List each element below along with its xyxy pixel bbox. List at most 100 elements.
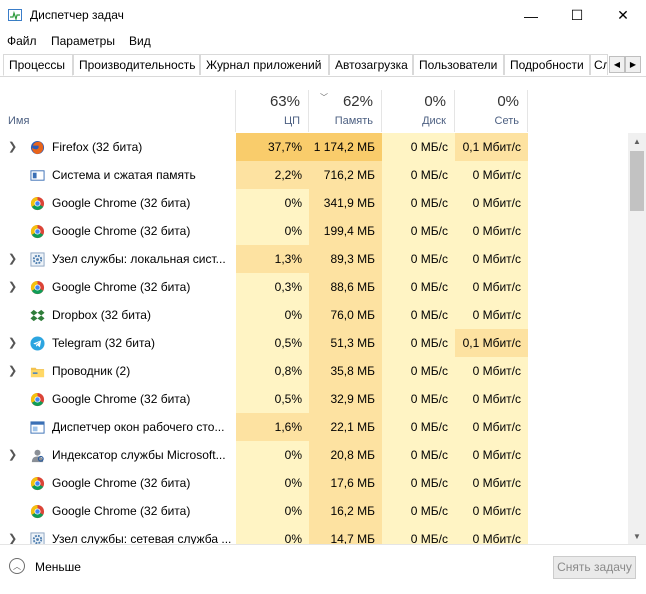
- process-network: 0 Мбит/с: [455, 217, 528, 245]
- menu-view[interactable]: Вид: [129, 34, 151, 48]
- process-memory: 1 174,2 МБ: [309, 133, 382, 161]
- expand-chevron-icon[interactable]: ❯: [8, 357, 17, 385]
- memory-label: Память: [334, 115, 373, 127]
- tab-processes[interactable]: Процессы: [3, 54, 73, 76]
- process-disk: 0 МБ/с: [382, 329, 455, 357]
- vertical-scrollbar[interactable]: ▲ ▼: [628, 133, 646, 544]
- expand-chevron-icon[interactable]: ❯: [8, 273, 17, 301]
- process-row[interactable]: ❯ Google Chrome (32 бита) 0% 17,6 МБ 0 М…: [0, 469, 628, 497]
- process-row[interactable]: ❯ Диспетчер окон рабочего сто... 1,6% 22…: [0, 413, 628, 441]
- process-disk: 0 МБ/с: [382, 441, 455, 469]
- process-network: 0,1 Мбит/с: [455, 329, 528, 357]
- process-memory: 76,0 МБ: [309, 301, 382, 329]
- process-row[interactable]: ❯ Google Chrome (32 бита) 0,5% 32,9 МБ 0…: [0, 385, 628, 413]
- close-button[interactable]: ✕: [600, 0, 646, 31]
- chrome-icon: [30, 476, 45, 491]
- process-disk: 0 МБ/с: [382, 245, 455, 273]
- menu-file[interactable]: Файл: [7, 34, 37, 48]
- process-row[interactable]: ❯ Google Chrome (32 бита) 0% 16,2 МБ 0 М…: [0, 497, 628, 525]
- chrome-icon: [30, 224, 45, 239]
- process-disk: 0 МБ/с: [382, 133, 455, 161]
- column-header-network[interactable]: 0% Сеть: [455, 90, 528, 132]
- firefox-icon: [30, 140, 45, 155]
- indexer-icon: [31, 449, 44, 463]
- process-row[interactable]: ❯ Firefox (32 бита) 37,7% 1 174,2 МБ 0 М…: [0, 133, 628, 161]
- process-network: 0 Мбит/с: [455, 469, 528, 497]
- menu-options[interactable]: Параметры: [51, 34, 115, 48]
- process-cpu: 2,2%: [236, 161, 309, 189]
- process-row[interactable]: ❯ Dropbox (32 бита) 0% 76,0 МБ 0 МБ/с 0 …: [0, 301, 628, 329]
- process-row[interactable]: ❯ Telegram (32 бита) 0,5% 51,3 МБ 0 МБ/с…: [0, 329, 628, 357]
- process-cpu: 0%: [236, 469, 309, 497]
- tab-startup[interactable]: Автозагрузка: [329, 54, 413, 75]
- expand-chevron-icon[interactable]: ❯: [8, 133, 17, 161]
- chrome-icon: [30, 280, 45, 295]
- task-manager-icon: [8, 9, 22, 21]
- chevron-up-icon[interactable]: ︿: [9, 558, 25, 574]
- process-row[interactable]: ❯ Узел службы: локальная сист... 1,3% 89…: [0, 245, 628, 273]
- process-name: Проводник (2): [52, 364, 131, 378]
- process-row[interactable]: ❯ Google Chrome (32 бита) 0,3% 88,6 МБ 0…: [0, 273, 628, 301]
- close-icon: ✕: [617, 7, 629, 23]
- minimize-button[interactable]: —: [508, 0, 554, 31]
- expand-chevron-icon[interactable]: ❯: [8, 329, 17, 357]
- process-name: Узел службы: сетевая служба ...: [52, 532, 232, 544]
- process-memory: 341,9 МБ: [309, 189, 382, 217]
- process-disk: 0 МБ/с: [382, 357, 455, 385]
- process-cpu: 0,5%: [236, 385, 309, 413]
- process-row[interactable]: ❯ Узел службы: сетевая служба ... 0% 14,…: [0, 525, 628, 544]
- process-disk: 0 МБ/с: [382, 273, 455, 301]
- chrome-icon: [30, 392, 45, 407]
- process-network: 0,1 Мбит/с: [455, 133, 528, 161]
- process-network: 0 Мбит/с: [455, 161, 528, 189]
- column-header-cpu[interactable]: 63% ЦП: [236, 90, 309, 132]
- fewer-details-link[interactable]: Меньше: [35, 560, 81, 574]
- process-row[interactable]: ❯ Google Chrome (32 бита) 0% 199,4 МБ 0 …: [0, 217, 628, 245]
- process-disk: 0 МБ/с: [382, 413, 455, 441]
- process-disk: 0 МБ/с: [382, 161, 455, 189]
- expand-chevron-icon[interactable]: ❯: [8, 441, 17, 469]
- process-cpu: 0%: [236, 217, 309, 245]
- cpu-label: ЦП: [283, 115, 300, 127]
- tab-performance[interactable]: Производительность: [73, 54, 200, 75]
- dropbox-icon: [30, 309, 45, 322]
- gear-icon: [30, 532, 45, 544]
- process-row[interactable]: ❯ Система и сжатая память 2,2% 716,2 МБ …: [0, 161, 628, 189]
- scroll-thumb[interactable]: [630, 151, 644, 211]
- triangle-up-icon: ▲: [633, 136, 641, 146]
- scroll-up-button[interactable]: ▲: [628, 133, 646, 149]
- expand-chevron-icon[interactable]: ❯: [8, 245, 17, 273]
- network-total: 0%: [497, 93, 519, 110]
- process-cpu: 1,6%: [236, 413, 309, 441]
- process-memory: 199,4 МБ: [309, 217, 382, 245]
- tab-services[interactable]: Службы: [590, 54, 608, 75]
- process-name: Telegram (32 бита): [52, 336, 155, 350]
- process-name: Узел службы: локальная сист...: [52, 252, 226, 266]
- expand-chevron-icon[interactable]: ❯: [8, 525, 17, 544]
- process-disk: 0 МБ/с: [382, 469, 455, 497]
- process-memory: 17,6 МБ: [309, 469, 382, 497]
- process-cpu: 0,3%: [236, 273, 309, 301]
- end-task-button[interactable]: Снять задачу: [553, 556, 636, 579]
- process-cpu: 1,3%: [236, 245, 309, 273]
- tab-details[interactable]: Подробности: [504, 54, 590, 75]
- process-name: Google Chrome (32 бита): [52, 280, 191, 294]
- process-network: 0 Мбит/с: [455, 301, 528, 329]
- column-header-memory[interactable]: ﹀ 62% Память: [309, 90, 382, 132]
- process-row[interactable]: ❯ Google Chrome (32 бита) 0% 341,9 МБ 0 …: [0, 189, 628, 217]
- process-disk: 0 МБ/с: [382, 525, 455, 544]
- process-name: Система и сжатая память: [52, 168, 196, 182]
- process-cpu: 0,8%: [236, 357, 309, 385]
- process-row[interactable]: ❯ Индексатор службы Microsoft... 0% 20,8…: [0, 441, 628, 469]
- column-header-name[interactable]: Имя: [0, 90, 236, 132]
- maximize-button[interactable]: ☐: [554, 0, 600, 31]
- process-memory: 88,6 МБ: [309, 273, 382, 301]
- tab-scroll-right-button[interactable]: ▶: [625, 56, 641, 73]
- column-header-disk[interactable]: 0% Диск: [382, 90, 455, 132]
- scroll-down-button[interactable]: ▼: [628, 528, 646, 544]
- tab-users[interactable]: Пользователи: [413, 54, 504, 75]
- process-row[interactable]: ❯ Проводник (2) 0,8% 35,8 МБ 0 МБ/с 0 Мб…: [0, 357, 628, 385]
- window-manager-icon: [30, 421, 45, 434]
- tab-app-history[interactable]: Журнал приложений: [200, 54, 329, 75]
- tab-scroll-left-button[interactable]: ◀: [609, 56, 625, 73]
